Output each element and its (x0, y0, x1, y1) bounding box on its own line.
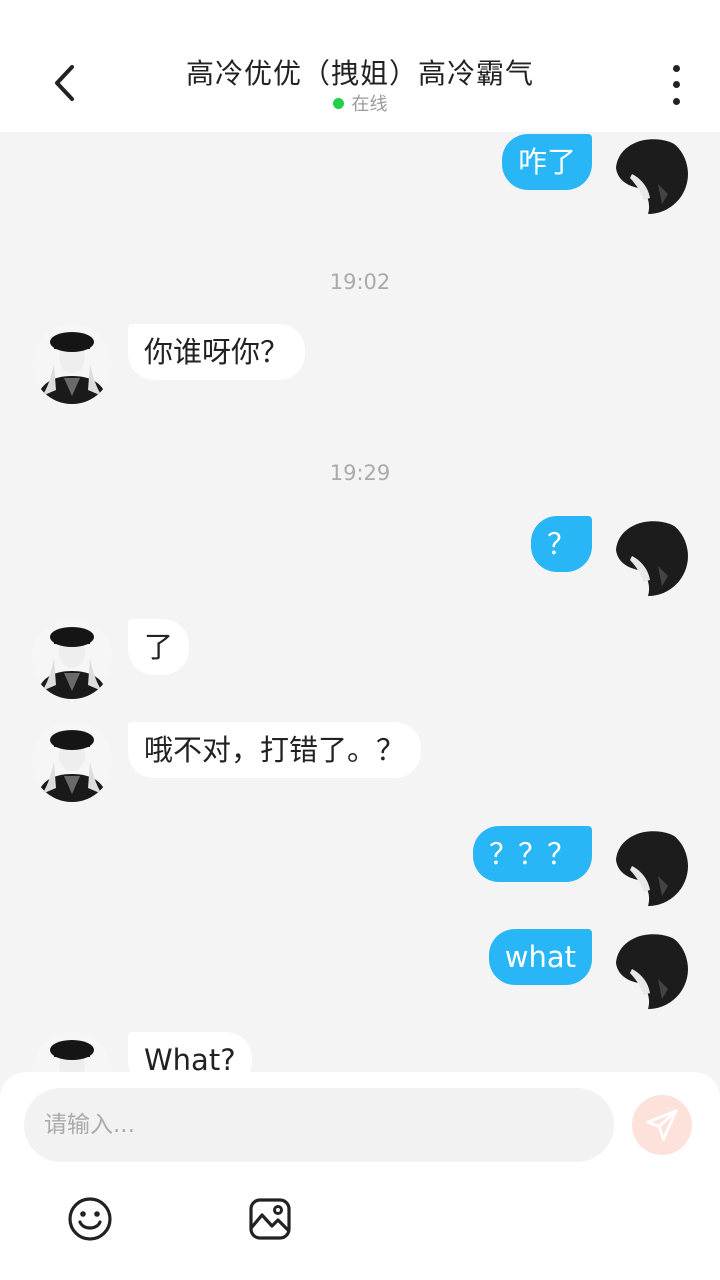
message-incoming: 了 (0, 619, 720, 709)
message-bubble[interactable]: 你谁呀你？ (128, 324, 306, 380)
message-bubble[interactable]: 哦不对，打错了。？ (128, 722, 422, 778)
timestamp: 19:02 (329, 270, 391, 294)
message-bubble[interactable]: 咋了 (501, 134, 592, 190)
message-outgoing: ？ (0, 516, 720, 606)
message-incoming: 哦不对，打错了。？ (0, 722, 720, 812)
message-bubble[interactable]: 了 (128, 619, 190, 675)
more-dot-icon (672, 81, 680, 89)
message-outgoing: ？？？ (0, 826, 720, 916)
message-list[interactable]: 咋了 19:02 你谁呀你？ 19:29 ？ 了 哦不对，打错了。？ ？？？ w… (0, 132, 720, 1072)
chat-header: 高冷优优（拽姐）高冷霸气 在线 (0, 0, 720, 132)
contact-avatar[interactable] (32, 722, 112, 802)
contact-avatar[interactable] (32, 619, 112, 699)
message-outgoing: what (0, 929, 720, 1019)
message-bubble[interactable]: What? (128, 1032, 252, 1072)
image-button[interactable] (246, 1195, 294, 1243)
chat-title: 高冷优优（拽姐）高冷霸气 (185, 57, 534, 90)
message-bubble[interactable]: ？ (530, 516, 592, 572)
paper-plane-icon (646, 1109, 678, 1141)
my-avatar[interactable] (608, 929, 688, 1009)
more-options-button[interactable] (660, 60, 692, 110)
message-bubble[interactable]: what (488, 929, 592, 985)
timestamp: 19:29 (329, 461, 391, 485)
contact-avatar[interactable] (32, 1032, 112, 1072)
message-input[interactable] (24, 1088, 614, 1162)
my-avatar[interactable] (608, 826, 688, 906)
image-icon (249, 1198, 291, 1240)
smiley-icon (68, 1197, 112, 1241)
my-avatar[interactable] (608, 134, 688, 214)
message-outgoing: 咋了 (0, 134, 720, 224)
online-dot-icon (332, 98, 344, 109)
send-button[interactable] (632, 1095, 692, 1155)
more-dot-icon (672, 64, 680, 72)
message-bubble[interactable]: ？？？ (472, 826, 592, 882)
emoji-button[interactable] (66, 1195, 114, 1243)
input-panel (0, 1072, 720, 1280)
message-incoming: 你谁呀你？ (0, 324, 720, 414)
message-incoming: What? (0, 1032, 720, 1072)
online-status-label: 在线 (351, 94, 388, 115)
my-avatar[interactable] (608, 516, 688, 596)
more-dot-icon (672, 98, 680, 106)
online-status: 在线 (0, 90, 720, 116)
contact-avatar[interactable] (32, 324, 112, 404)
